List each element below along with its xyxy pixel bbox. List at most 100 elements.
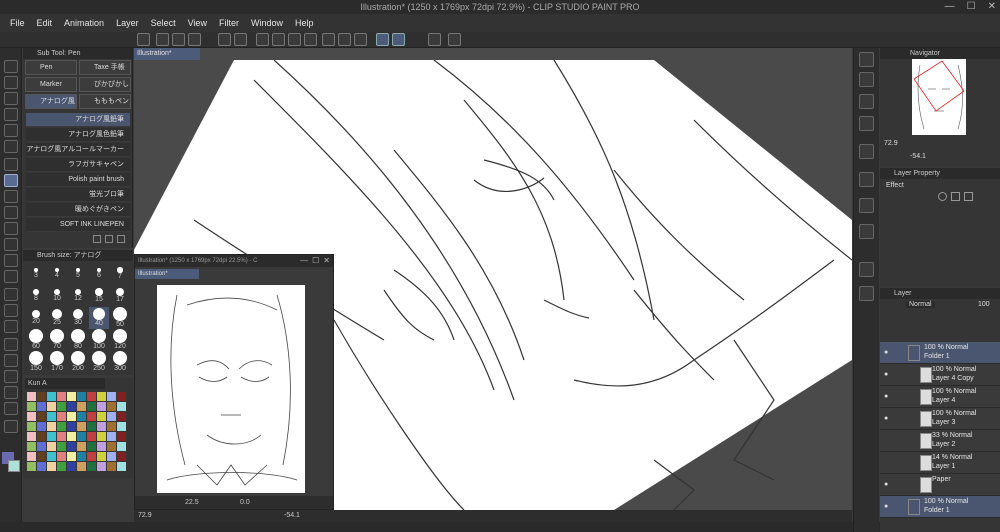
history-icon[interactable] [859,172,874,187]
color-swatch[interactable] [97,412,106,421]
color-swatch[interactable] [77,402,86,411]
brush-size-option[interactable]: 6 [89,263,109,285]
subtool-group-marker[interactable]: Marker [25,77,77,92]
menu-window[interactable]: Window [245,14,289,32]
text-tool-icon[interactable] [4,370,18,383]
brush-size-option[interactable]: 200 [68,351,88,373]
color-swatch[interactable] [37,402,46,411]
canvas-tab[interactable]: Illustration* [134,48,200,60]
brush-size-option[interactable]: 50 [110,307,130,329]
pencil-tool-icon[interactable] [4,190,18,203]
brush-size-option[interactable]: 5 [68,263,88,285]
brush-size-option[interactable]: 170 [47,351,67,373]
color-swatch[interactable] [117,462,126,471]
brush-item[interactable]: アナログ風鉛筆 [26,113,130,127]
brush-size-option[interactable]: 30 [68,307,88,329]
invert-selection-icon[interactable] [338,33,351,46]
brush-size-option[interactable]: 20 [26,307,46,329]
color-swatch[interactable] [97,402,106,411]
navigator-zoom[interactable]: 72.9 [884,140,898,147]
pen-tool-icon[interactable] [4,174,18,187]
line-correction-tool-icon[interactable] [4,402,18,415]
color-swatch[interactable] [27,442,36,451]
auto-select-tool-icon[interactable] [4,140,18,153]
color-swatch[interactable] [77,412,86,421]
color-swatch[interactable] [57,392,66,401]
material-icon[interactable] [859,198,874,213]
deselect-icon[interactable] [322,33,335,46]
menu-select[interactable]: Select [145,14,182,32]
color-swatch[interactable] [107,442,116,451]
menu-help[interactable]: Help [289,14,320,32]
maximize-button[interactable]: ☐ [312,256,319,265]
brush-size-option[interactable]: 8 [26,285,46,307]
sub-view-angle[interactable]: 0.0 [240,496,250,509]
brush-size-option[interactable]: 80 [68,329,88,351]
navigator-rotation[interactable]: -54.1 [910,153,926,160]
color-swatch[interactable] [37,442,46,451]
color-swatch[interactable] [117,452,126,461]
color-swatch[interactable] [57,432,66,441]
brush-size-option[interactable]: 150 [26,351,46,373]
color-swatch[interactable] [37,412,46,421]
color-swatch[interactable] [27,402,36,411]
gradient-tool-icon[interactable] [4,304,18,317]
color-swatch[interactable] [57,442,66,451]
color-swatch[interactable] [47,462,56,471]
clip-studio-icon[interactable] [137,33,150,46]
color-set-selector[interactable]: Kun A [25,378,105,389]
brush-size-option[interactable]: 25 [47,307,67,329]
color-swatch[interactable] [37,422,46,431]
brush-size-option[interactable]: 12 [68,285,88,307]
brush-size-option[interactable]: 7 [110,263,130,285]
color-swatch[interactable] [27,432,36,441]
search-icon[interactable] [859,52,874,67]
clear-icon[interactable] [256,33,269,46]
layer-row[interactable]: ● 100 % Normal Layer 4 Copy [880,364,1000,386]
color-swatch[interactable] [47,432,56,441]
visibility-eye-icon[interactable]: ● [884,415,888,422]
layer-folder-row[interactable]: ● 100 % Normal Folder 1 [880,342,1000,364]
close-button[interactable]: ✕ [323,256,330,265]
color-swatch[interactable] [107,462,116,471]
color-swatch[interactable] [87,412,96,421]
layer-search-icon[interactable] [859,224,874,239]
selection-tool-icon[interactable] [4,124,18,137]
new-subtool-icon[interactable] [105,235,113,243]
color-swatch[interactable] [47,402,56,411]
color-swatch[interactable] [67,462,76,471]
brush-size-option[interactable]: 10 [47,285,67,307]
layer-opacity[interactable]: 100 [978,301,990,308]
brush-size-option[interactable]: 300 [110,351,130,373]
color-swatch[interactable] [87,442,96,451]
layer-row[interactable]: ● 100 % Normal Layer 3 [880,408,1000,430]
selection-border-icon[interactable] [354,33,367,46]
menu-layer[interactable]: Layer [110,14,145,32]
fill-tool-icon[interactable] [4,288,18,301]
color-swatch[interactable] [117,412,126,421]
color-swatch[interactable] [37,392,46,401]
color-swatch[interactable] [67,412,76,421]
layer-row[interactable]: 14 % Normal Layer 1 [880,452,1000,474]
color-swatch[interactable] [67,432,76,441]
brush-item[interactable]: ラフガサキャペン [26,158,130,172]
brush-item[interactable]: 蛍光ブロ筆 [26,188,130,202]
snap-ruler-icon[interactable] [376,33,389,46]
sub-view-zoom[interactable]: 22.5 [185,496,199,509]
snap-special-ruler-icon[interactable] [392,33,405,46]
correct-line-tool-icon[interactable] [4,420,18,433]
color-swatch[interactable] [67,422,76,431]
color-swatch[interactable] [67,402,76,411]
visibility-eye-icon[interactable]: ● [884,481,888,488]
airbrush-tool-icon[interactable] [4,222,18,235]
color-swatch[interactable] [57,412,66,421]
new-file-icon[interactable] [156,33,169,46]
brush-size-option[interactable]: 4 [47,263,67,285]
color-swatch[interactable] [37,452,46,461]
figure-tool-icon[interactable] [4,320,18,333]
brush-size-option[interactable]: 40 [89,307,109,329]
color-swatch[interactable] [47,452,56,461]
color-swatch[interactable] [57,462,66,471]
move-layer-tool-icon[interactable] [4,108,18,121]
brush-size-option[interactable]: 15 [89,285,109,307]
